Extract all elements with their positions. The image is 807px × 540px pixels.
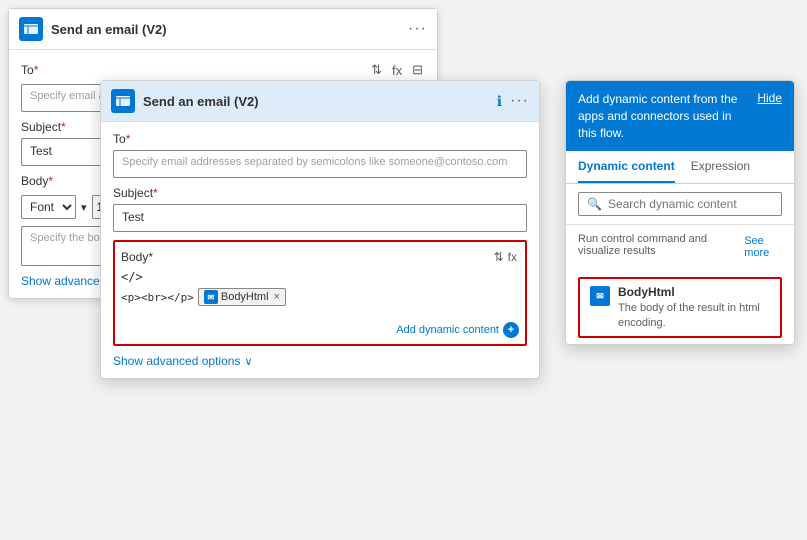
bg-font-select[interactable]: Font [21, 195, 76, 219]
fg-to-row: To* [113, 132, 527, 146]
fg-show-advanced[interactable]: Show advanced options ∨ [113, 354, 527, 368]
fg-html-code: <p><br></p> [121, 291, 194, 304]
dynamic-panel-title: Add dynamic content from the apps and co… [578, 91, 749, 141]
bg-to-split-btn[interactable]: ⊟ [410, 60, 425, 80]
fg-chip-icon: ✉ [204, 290, 218, 304]
fg-add-dynamic-link[interactable]: Add dynamic content [396, 324, 499, 336]
dynamic-panel-tabs: Dynamic content Expression [566, 151, 794, 184]
fg-card-icon [111, 89, 135, 113]
dynamic-item-icon: ✉ [590, 286, 610, 306]
search-icon: 🔍 [587, 197, 602, 211]
dynamic-bodyhtml-item[interactable]: ✉ BodyHtml The body of the result in htm… [578, 277, 782, 338]
fg-card-header: Send an email (V2) ℹ ··· [101, 81, 539, 122]
dynamic-search-input[interactable] [608, 197, 773, 211]
fg-body-container: Body* ⇅ fx </> <p><br></p> ✉ BodyHtml × [113, 240, 527, 346]
dynamic-section: Run control command and visualize result… [566, 225, 794, 271]
fg-body-fx-btn[interactable]: fx [506, 248, 519, 266]
fg-info-icon[interactable]: ℹ [497, 93, 502, 110]
fg-card-menu[interactable]: ··· [510, 92, 529, 110]
dynamic-section-row: Run control command and visualize result… [578, 233, 782, 261]
dynamic-search-box: 🔍 [578, 192, 782, 216]
bg-to-fx-btn[interactable]: fx [390, 61, 404, 80]
dynamic-panel-hide-btn[interactable]: Hide [757, 91, 782, 105]
fg-body-code-text: </> [121, 270, 143, 284]
fg-card-title: Send an email (V2) [143, 94, 489, 109]
fg-subject-label: Subject* [113, 186, 527, 200]
fg-body-label: Body* [121, 250, 492, 264]
bg-card-header: Send an email (V2) ··· [9, 9, 437, 50]
tab-dynamic-content[interactable]: Dynamic content [578, 151, 675, 183]
bg-card-title: Send an email (V2) [51, 22, 400, 37]
dynamic-item-content: BodyHtml The body of the result in html … [618, 285, 770, 330]
fg-body-code-row: </> [121, 270, 143, 284]
fg-body-header: Body* ⇅ fx [121, 248, 519, 266]
dynamic-section-title: Run control command and visualize result… [578, 233, 744, 257]
fg-subject-input[interactable]: Test [113, 204, 527, 232]
fg-card-body: To* Specify email addresses separated by… [101, 122, 539, 378]
bg-card-menu[interactable]: ··· [408, 20, 427, 38]
fg-add-dynamic-icon[interactable]: + [503, 322, 519, 338]
fg-body-content[interactable]: </> <p><br></p> ✉ BodyHtml × [121, 270, 519, 320]
fg-bodyhtml-chip[interactable]: ✉ BodyHtml × [198, 288, 286, 306]
foreground-card: Send an email (V2) ℹ ··· To* Specify ema… [100, 80, 540, 379]
bg-to-row: To* ⇅ fx ⊟ [21, 60, 425, 80]
fg-to-label: To* [113, 132, 527, 146]
fg-to-input[interactable]: Specify email addresses separated by sem… [113, 150, 527, 178]
fg-header-right: ℹ ··· [497, 92, 529, 110]
fg-body-chips-row: <p><br></p> ✉ BodyHtml × [121, 288, 519, 306]
bg-font-dropdown-arrow: ▾ [81, 201, 87, 214]
fg-advanced-chevron: ∨ [244, 355, 252, 368]
dynamic-item-desc: The body of the result in html encoding. [618, 301, 770, 330]
bg-to-filter-btn[interactable]: ⇅ [369, 60, 384, 80]
tab-expression[interactable]: Expression [691, 151, 750, 183]
fg-chip-label: BodyHtml [221, 291, 269, 303]
fg-body-filter-btn[interactable]: ⇅ [492, 248, 506, 266]
dynamic-item-name: BodyHtml [618, 285, 770, 299]
dynamic-item-row: ✉ BodyHtml The body of the result in htm… [590, 285, 770, 330]
dynamic-panel: Add dynamic content from the apps and co… [565, 80, 795, 345]
dynamic-search-area: 🔍 [566, 184, 794, 225]
bg-to-label: To* [21, 63, 363, 77]
fg-chip-close[interactable]: × [274, 291, 280, 303]
fg-add-dynamic-row: Add dynamic content + [121, 322, 519, 338]
dynamic-panel-header: Add dynamic content from the apps and co… [566, 81, 794, 151]
bg-card-icon [19, 17, 43, 41]
dynamic-section-more[interactable]: See more [744, 235, 782, 259]
